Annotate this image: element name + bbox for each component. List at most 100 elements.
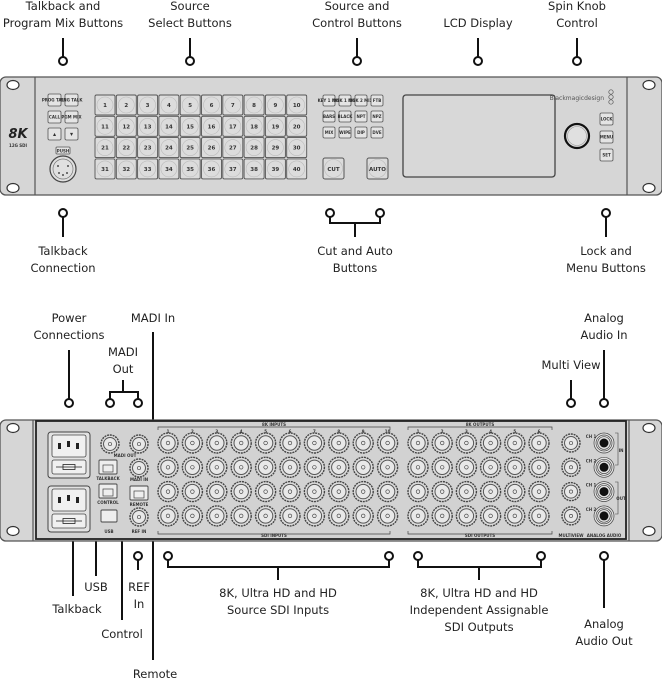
source-button-label: 27 [229, 146, 237, 152]
sdi-input-ring [379, 483, 396, 500]
sdi-input-ring [306, 508, 323, 524]
sdi-output-ring [434, 508, 450, 524]
source-button-label: 21 [101, 146, 109, 152]
source-button-label: 25 [186, 146, 194, 152]
control-button-label: NPT [356, 114, 365, 119]
sdi-input-ring [257, 508, 274, 524]
control-button-label: DIP [357, 130, 365, 135]
sdi-output-ring [482, 435, 499, 451]
source-button-label: 33 [144, 167, 152, 173]
lcd-display [402, 94, 556, 178]
source-button-label: 9 [273, 103, 277, 109]
sdi-output-ring [507, 508, 523, 524]
sdi-input-ring [257, 459, 274, 475]
callout-analog-audio-out-line: Analog [584, 617, 624, 631]
source-button-label: 5 [188, 103, 192, 109]
sdi-input-ring [306, 459, 323, 475]
control-port-label: CONTROL [97, 500, 119, 505]
callout-dot-spin-knob [572, 56, 582, 66]
talkback-button-label: PGM MIX [61, 115, 81, 120]
source-button-label: 1 [103, 103, 107, 109]
callout-power-connections: Power Connections [33, 311, 104, 342]
callout-dot-analog-in [599, 398, 609, 408]
callout-dot-sdi-outputs-first [413, 551, 423, 561]
callout-control: Control [101, 627, 143, 641]
callout-power-connections-line: Connections [33, 328, 104, 342]
callout-ref-in: REF In [128, 580, 150, 611]
sdi-output-ring [410, 483, 426, 500]
sdi-input-ring [233, 508, 249, 524]
source-button-label: 23 [144, 146, 152, 152]
sdi-input-ring [257, 483, 274, 500]
callout-talkback-connection: Talkback Connection [30, 244, 95, 275]
source-button-label: 12 [122, 124, 130, 130]
callout-source-select-line: Source [170, 0, 210, 13]
sdi-output-ring [531, 459, 547, 475]
callout-usb-line: USB [84, 580, 108, 594]
callout-sdi-inputs: 8K, Ultra HD and HD Source SDI Inputs [219, 586, 337, 617]
sdi-input-ring [233, 483, 249, 500]
side-button-label: SET [602, 153, 611, 158]
inputs-top-label: 8K INPUTS [262, 422, 286, 427]
callout-sdi-inputs-line: 8K, Ultra HD and HD [219, 586, 337, 600]
source-button-label: 39 [272, 167, 280, 173]
source-button-label: 22 [122, 146, 130, 152]
leader-madi-out-bracket [109, 391, 139, 399]
iec-pin [76, 497, 79, 503]
callout-dot-multiview [566, 398, 576, 408]
callout-dot-talkback-connection [58, 208, 68, 218]
multiview-label: MULTIVIEW [558, 533, 584, 538]
sdi-input-ring [355, 435, 371, 451]
sdi-input-ring [209, 459, 225, 475]
callout-lcd-display: LCD Display [443, 16, 513, 30]
source-button-label: 15 [186, 124, 194, 130]
transition-button-label: CUT [327, 167, 340, 173]
callout-analog-audio-out-line: Audio Out [575, 634, 633, 648]
source-button-label: 10 [293, 103, 301, 109]
control-button-label: DSK 2 MIX [349, 98, 372, 103]
callout-multi-view: Multi View [541, 358, 600, 372]
sdi-output-ring [434, 435, 450, 451]
usb-port [100, 509, 118, 523]
sdi-input-ring [184, 508, 201, 524]
madi-out-2-ring [132, 437, 146, 451]
source-button-label: 24 [165, 146, 173, 152]
sdi-input-ring [331, 483, 347, 500]
logo-8k: 8K [8, 127, 28, 142]
xlr-pin [57, 165, 59, 167]
sdi-output-ring [482, 483, 499, 500]
source-button-label: 13 [144, 124, 152, 130]
source-button-label: 30 [293, 146, 301, 152]
callout-dot-source-control [352, 56, 362, 66]
rack-mount-hole [6, 422, 20, 434]
callout-dot-lcd-display [473, 56, 483, 66]
sdi-input-ring [184, 435, 201, 451]
callout-power-connections-line: Power [52, 311, 87, 325]
callout-dot-ref-in [133, 551, 143, 561]
control-button-label: FTB [373, 98, 382, 103]
sdi-output-ring [531, 508, 547, 524]
rack-mount-hole [6, 525, 20, 537]
sdi-output-ring [458, 459, 475, 475]
remote-port-label: REMOTE [130, 502, 149, 507]
callout-dot-power [64, 398, 74, 408]
callout-madi-out-line: Out [113, 362, 134, 376]
usb-port-label: USB [104, 529, 113, 534]
sdi-input-ring [379, 508, 396, 524]
callout-ref-in-line: REF [128, 580, 150, 594]
sdi-input-ring [379, 459, 396, 475]
audio-jack [599, 462, 609, 472]
sdi-output-ring [410, 508, 426, 524]
callout-multi-view-line: Multi View [541, 358, 600, 372]
rack-mount-hole [6, 182, 20, 194]
audio-jack [599, 511, 609, 521]
sdi-input-ring [282, 459, 298, 475]
callout-madi-out: MADI Out [108, 345, 138, 376]
source-button-label: 11 [101, 124, 109, 130]
sdi-output-ring [458, 508, 475, 524]
sdi-input-ring [184, 483, 201, 500]
xlr-pin [62, 174, 64, 176]
sdi-output-ring [507, 435, 523, 451]
source-button-label: 20 [293, 124, 301, 130]
switcher-diagram: Talkback and Program Mix Buttons Source Sel… [0, 0, 662, 680]
